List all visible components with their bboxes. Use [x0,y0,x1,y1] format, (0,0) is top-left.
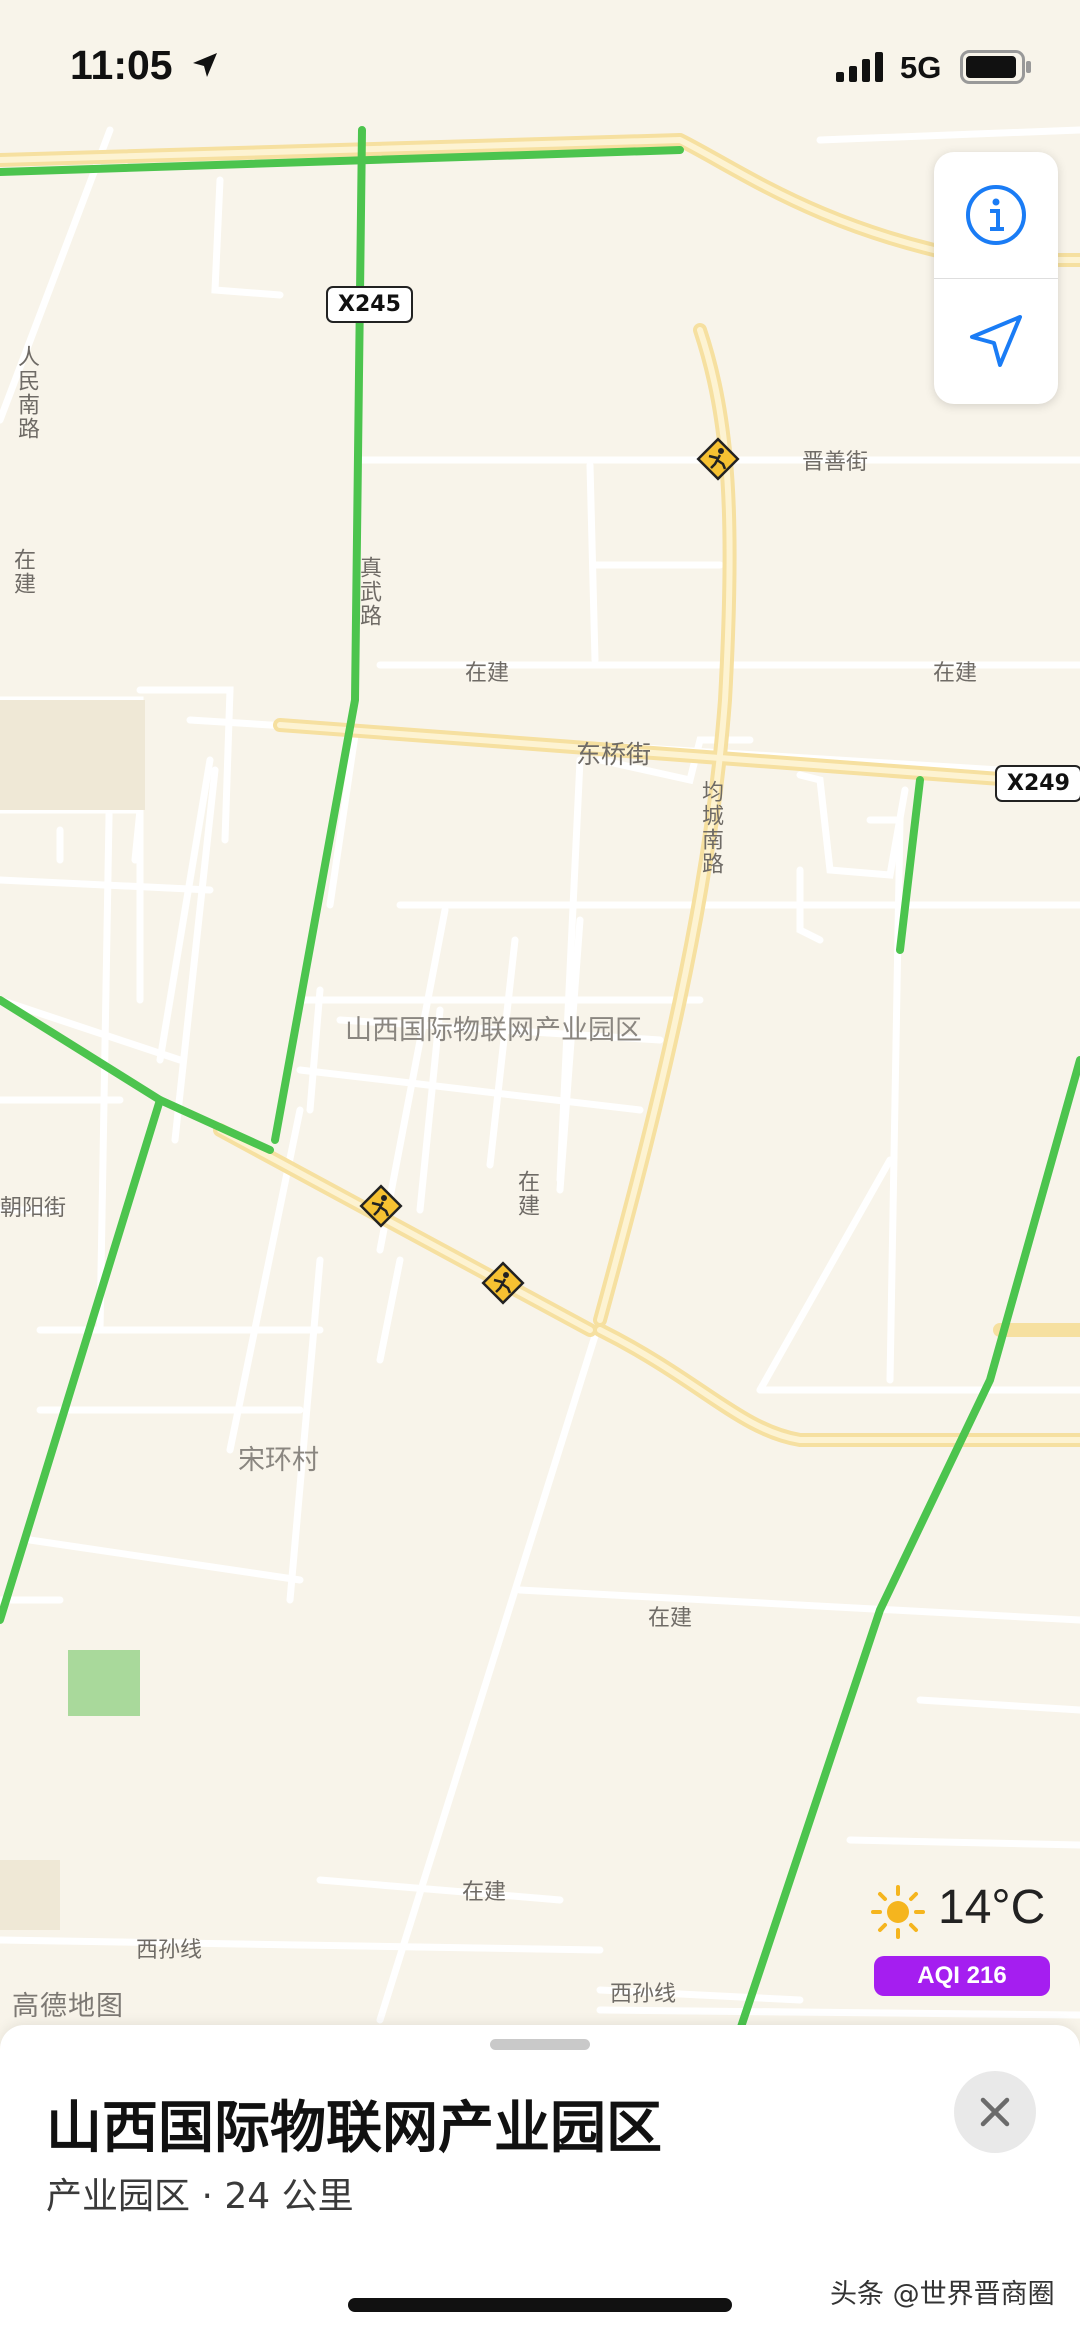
road-label: 在建 [462,1880,507,1905]
road-label: 在建 [10,548,35,596]
info-icon [966,185,1026,245]
sun-icon [871,1885,925,1939]
locate-button[interactable] [934,278,1058,404]
status-bar: 11:05 5G [0,0,1080,140]
signal-bars-icon [836,52,883,82]
location-arrow-icon [193,53,217,77]
info-button[interactable] [934,152,1058,278]
road-label: 在建 [933,661,978,686]
road-label: 西孙线 [610,1982,677,2007]
place-title: 山西国际物联网产业园区 [46,2096,662,2161]
road-label: 均城南路 [698,780,723,876]
aqi-badge: AQI 216 [874,1956,1050,1996]
road-label: 在建 [465,661,510,686]
road-label: 晋善街 [802,450,869,475]
status-time: 11:05 [70,42,173,88]
construction-warning-icon[interactable] [358,1183,404,1229]
construction-warning-icon[interactable] [480,1260,526,1306]
route-shield-x249: X249 [995,765,1080,802]
place-subtitle: 产业园区 · 24 公里 [46,2176,354,2217]
map-provider-logo: 高德地图 [12,1991,124,2022]
close-icon [980,2097,1010,2127]
area-label: 山西国际物联网产业园区 [345,1015,642,1046]
road-label: 西孙线 [136,1938,203,1963]
road-label: 在建 [514,1170,539,1218]
home-indicator[interactable] [348,2298,732,2312]
place-sheet[interactable]: 山西国际物联网产业园区 产业园区 · 24 公里 头条 @世界晋商圈 [0,2025,1080,2337]
locate-arrow-icon [970,315,1022,367]
battery-icon [960,50,1031,84]
road-label: 在建 [648,1606,693,1631]
sheet-grabber[interactable] [490,2039,590,2050]
road-label: 东桥街 [576,740,652,769]
road-label: 朝阳街 [0,1196,67,1221]
route-shield-x245: X245 [326,286,413,323]
network-type: 5G [900,50,942,85]
watermark: 头条 @世界晋商圈 [830,2279,1055,2310]
road-label: 真武路 [356,556,381,628]
close-button[interactable] [954,2071,1036,2153]
temperature: 14°C [938,1881,1046,1934]
map-controls [934,152,1058,404]
construction-warning-icon[interactable] [695,436,741,482]
area-label: 宋环村 [238,1445,319,1476]
road-label: 人民南路 [14,345,39,441]
